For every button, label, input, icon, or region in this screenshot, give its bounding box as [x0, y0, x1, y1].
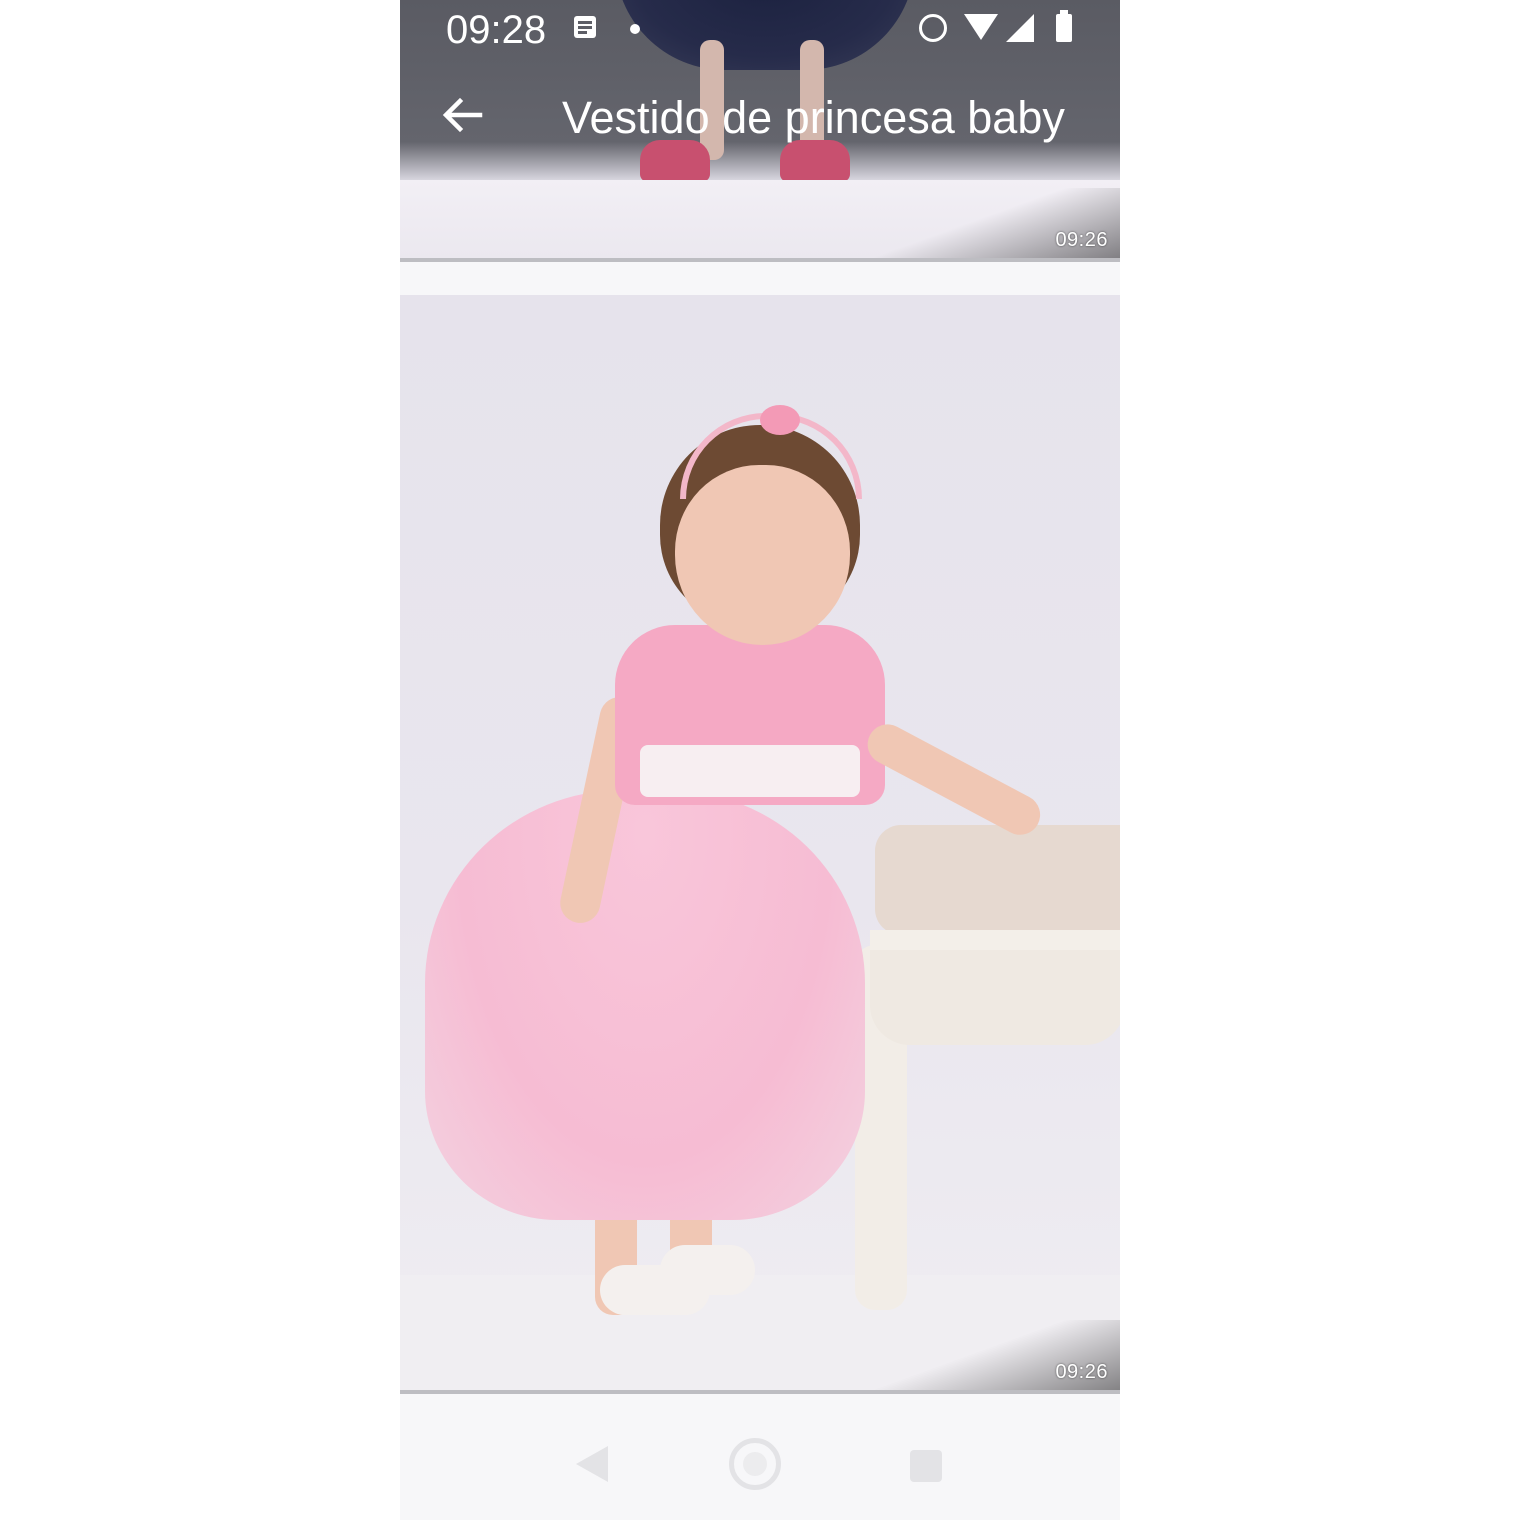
divider: [400, 258, 1120, 262]
nav-back-icon[interactable]: [576, 1446, 608, 1482]
photo-stool-cushion: [875, 825, 1120, 935]
photo-arm: [860, 717, 1048, 842]
battery-icon: [1056, 10, 1072, 42]
photo-dress-sash: [640, 745, 860, 797]
nav-recents-icon[interactable]: [910, 1450, 942, 1482]
media-timestamp: 09:26: [1055, 1361, 1108, 1383]
signal-icon: [1006, 14, 1034, 42]
page-title: Vestido de princesa baby: [562, 92, 1065, 143]
status-time: 09:28: [446, 8, 547, 52]
alarm-icon: [919, 14, 947, 42]
wifi-icon: [964, 14, 998, 40]
photo-tulle-skirt: [425, 790, 865, 1220]
system-nav-bar: [400, 1394, 1120, 1520]
message-icon: [574, 16, 596, 38]
nav-home-icon[interactable]: [729, 1438, 781, 1490]
photo-stool-apron: [870, 950, 1120, 1045]
notification-dot-icon: [630, 24, 640, 34]
app-bar: Vestido de princesa baby: [400, 60, 1120, 180]
phone-screen: 09:26 09:28 Vestido de princesa baby 09:…: [400, 0, 1120, 1520]
status-bar: 09:28: [400, 0, 1120, 60]
media-item-2[interactable]: 09:26: [400, 295, 1120, 1390]
photo-shoe: [660, 1245, 755, 1295]
arrow-left-icon[interactable]: [436, 88, 490, 142]
photo-headband-bow: [760, 405, 800, 435]
media-timestamp: 09:26: [1055, 229, 1108, 251]
photo-stool-rim: [870, 930, 1120, 950]
